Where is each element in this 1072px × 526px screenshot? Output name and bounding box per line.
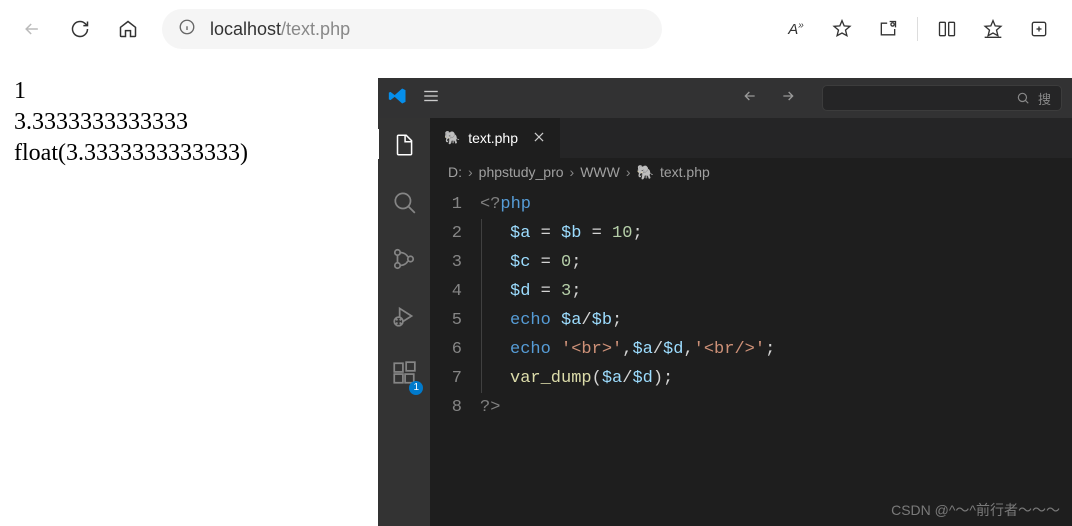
- line-number: 2: [430, 219, 462, 248]
- separator: [917, 17, 918, 41]
- line-gutter: 1 2 3 4 5 6 7 8: [430, 190, 480, 422]
- extensions-badge: 1: [409, 381, 423, 395]
- tab-filename: text.php: [468, 130, 518, 146]
- source-control-icon[interactable]: [391, 246, 417, 277]
- extensions-icon[interactable]: 1: [391, 360, 417, 391]
- line-number: 1: [430, 190, 462, 219]
- read-aloud-icon[interactable]: A»: [775, 9, 817, 49]
- search-placeholder: 搜: [1038, 89, 1051, 108]
- back-button[interactable]: [12, 9, 52, 49]
- nav-back-icon[interactable]: [736, 84, 764, 113]
- chevron-right-icon: ›: [468, 164, 473, 180]
- watermark: CSDN @^～^前行者～～～: [891, 500, 1060, 520]
- php-file-icon: 🐘: [637, 164, 654, 181]
- breadcrumb-folder[interactable]: WWW: [580, 164, 620, 180]
- line-number: 5: [430, 306, 462, 335]
- menu-icon[interactable]: [422, 87, 440, 110]
- site-info-icon[interactable]: [178, 18, 196, 41]
- editor-area: 🐘 text.php D: › phpstudy_pro › WWW › 🐘 t…: [430, 118, 1072, 526]
- chevron-right-icon: ›: [570, 164, 575, 180]
- editor-tabs: 🐘 text.php: [430, 118, 1072, 158]
- extensions-icon[interactable]: [867, 9, 909, 49]
- breadcrumb[interactable]: D: › phpstudy_pro › WWW › 🐘 text.php: [430, 158, 1072, 186]
- split-screen-icon[interactable]: [926, 9, 968, 49]
- chevron-right-icon: ›: [626, 164, 631, 180]
- vscode-titlebar: 搜: [378, 78, 1072, 118]
- browser-toolbar: localhost/text.php A»: [0, 0, 1072, 58]
- code-lines[interactable]: <?php $a = $b = 10; $c = 0; $d = 3; echo…: [480, 190, 1072, 422]
- activity-bar: 1: [378, 118, 430, 526]
- line-number: 8: [430, 393, 462, 422]
- php-file-icon: 🐘: [444, 130, 460, 146]
- breadcrumb-drive[interactable]: D:: [448, 164, 462, 180]
- address-bar[interactable]: localhost/text.php: [162, 9, 662, 49]
- collections-icon[interactable]: [1018, 9, 1060, 49]
- line-number: 7: [430, 364, 462, 393]
- explorer-icon[interactable]: [391, 132, 417, 163]
- favorites-bar-icon[interactable]: [972, 9, 1014, 49]
- home-button[interactable]: [108, 9, 148, 49]
- line-number: 4: [430, 277, 462, 306]
- url-host: localhost: [210, 19, 281, 39]
- nav-forward-icon[interactable]: [774, 84, 802, 113]
- url-path: /text.php: [281, 19, 350, 39]
- search-icon[interactable]: [391, 189, 417, 220]
- favorite-icon[interactable]: [821, 9, 863, 49]
- command-search[interactable]: 搜: [822, 85, 1062, 111]
- line-number: 6: [430, 335, 462, 364]
- debug-icon[interactable]: [391, 303, 417, 334]
- tab-text-php[interactable]: 🐘 text.php: [430, 118, 561, 158]
- line-number: 3: [430, 248, 462, 277]
- browser-right-controls: A»: [775, 9, 1060, 49]
- breadcrumb-file[interactable]: text.php: [660, 164, 710, 180]
- code-editor[interactable]: 1 2 3 4 5 6 7 8 <?php $a = $b = 10; $c =…: [430, 186, 1072, 422]
- vscode-window: 搜 1 🐘: [378, 78, 1072, 526]
- close-tab-icon[interactable]: [532, 130, 546, 147]
- breadcrumb-folder[interactable]: phpstudy_pro: [479, 164, 564, 180]
- vscode-logo-icon: [388, 86, 408, 111]
- refresh-button[interactable]: [60, 9, 100, 49]
